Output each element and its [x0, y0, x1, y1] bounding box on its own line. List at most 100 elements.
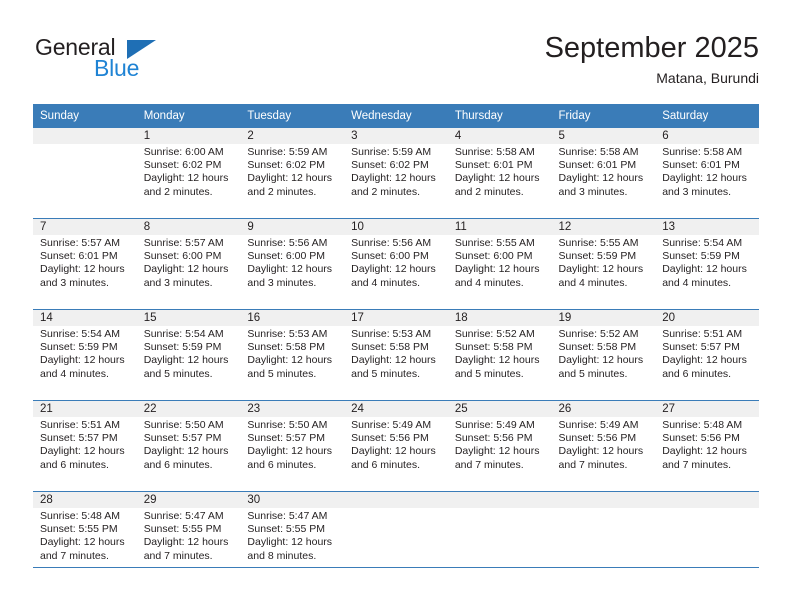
daylight-text-line1: Daylight: 12 hours	[247, 263, 333, 276]
daylight-text-line1: Daylight: 12 hours	[662, 354, 747, 367]
sunrise-text: Sunrise: 5:53 AM	[247, 328, 328, 340]
day-cell[interactable]: 7 Sunrise: 5:57 AM Sunset: 6:01 PM Daylight…	[33, 218, 137, 310]
sunset-text: Sunset: 5:59 PM	[40, 341, 118, 354]
weekday-header-thursday: Thursday	[447, 104, 552, 128]
day-cell[interactable]: 20 Sunrise: 5:51 AM Sunset: 5:57 PM Dayligh…	[655, 309, 759, 401]
day-number	[33, 128, 137, 144]
day-number: 11	[447, 219, 552, 235]
day-cell[interactable]: 14 Sunrise: 5:54 AM Sunset: 5:59 PM Dayligh…	[33, 309, 137, 401]
daylight-text-line2: and 4 minutes.	[351, 276, 420, 289]
day-cell[interactable]	[655, 491, 759, 582]
sunset-text: Sunset: 5:58 PM	[351, 341, 429, 354]
day-cell[interactable]: 23 Sunrise: 5:50 AM Sunset: 5:57 PM Dayligh…	[240, 400, 345, 492]
calendar-page: General Blue September 2025 Matana, Buru…	[0, 0, 792, 612]
day-cell[interactable]: 8 Sunrise: 5:57 AM Sunset: 6:00 PM Daylight…	[136, 218, 241, 310]
day-number: 23	[240, 401, 345, 417]
day-number	[447, 492, 552, 508]
sunrise-text: Sunrise: 5:56 AM	[351, 237, 432, 249]
day-cell[interactable]: 26 Sunrise: 5:49 AM Sunset: 5:56 PM Dayligh…	[551, 400, 656, 492]
logo-text-blue: Blue	[94, 55, 140, 81]
daylight-text-line1: Daylight: 12 hours	[40, 445, 125, 458]
day-number: 28	[33, 492, 137, 508]
day-cell[interactable]: 5 Sunrise: 5:58 AM Sunset: 6:01 PM Daylight…	[551, 128, 656, 219]
day-cell[interactable]: 10 Sunrise: 5:56 AM Sunset: 6:00 PM Dayligh…	[344, 218, 448, 310]
sunset-text: Sunset: 5:56 PM	[662, 432, 740, 445]
day-cell[interactable]: 21 Sunrise: 5:51 AM Sunset: 5:57 PM Dayligh…	[33, 400, 137, 492]
sunset-text: Sunset: 5:58 PM	[454, 341, 533, 354]
day-cell[interactable]: 19 Sunrise: 5:52 AM Sunset: 5:58 PM Dayligh…	[551, 309, 656, 401]
day-cell[interactable]: 9 Sunrise: 5:56 AM Sunset: 6:00 PM Daylight…	[240, 218, 345, 310]
sunset-text: Sunset: 5:57 PM	[40, 432, 118, 445]
sunrise-text: Sunrise: 5:55 AM	[558, 237, 639, 249]
day-cell[interactable]: 22 Sunrise: 5:50 AM Sunset: 5:57 PM Dayligh…	[136, 400, 241, 492]
daylight-text-line1: Daylight: 12 hours	[143, 354, 229, 367]
day-cell[interactable]: 17 Sunrise: 5:53 AM Sunset: 5:58 PM Dayligh…	[344, 309, 448, 401]
daylight-text-line2: and 5 minutes.	[558, 367, 628, 380]
daylight-text-line2: and 5 minutes.	[247, 367, 317, 380]
daylight-text-line1: Daylight: 12 hours	[351, 172, 436, 185]
daylight-text-line2: and 3 minutes.	[247, 276, 317, 289]
daylight-text-line1: Daylight: 12 hours	[247, 536, 333, 549]
daylight-text-line1: Daylight: 12 hours	[247, 354, 333, 367]
day-cell[interactable]: 11 Sunrise: 5:55 AM Sunset: 6:00 PM Dayligh…	[447, 218, 552, 310]
daylight-text-line1: Daylight: 12 hours	[662, 263, 747, 276]
sunrise-text: Sunrise: 5:48 AM	[662, 419, 743, 431]
daylight-text-line1: Daylight: 12 hours	[351, 445, 436, 458]
day-cell[interactable]	[551, 491, 656, 582]
calendar-table: Sunday Monday Tuesday Wednesday Thursday…	[33, 104, 759, 582]
day-cell[interactable]: 4 Sunrise: 5:58 AM Sunset: 6:01 PM Daylight…	[447, 128, 552, 219]
daylight-text-line1: Daylight: 12 hours	[143, 536, 229, 549]
day-number: 10	[344, 219, 448, 235]
daylight-text-line2: and 3 minutes.	[662, 185, 732, 198]
day-cell[interactable]: 15 Sunrise: 5:54 AM Sunset: 5:59 PM Dayligh…	[136, 309, 241, 401]
calendar-body: 1 Sunrise: 6:00 AM Sunset: 6:02 PM Daylight…	[33, 128, 759, 582]
day-cell[interactable]: 16 Sunrise: 5:53 AM Sunset: 5:58 PM Dayligh…	[240, 309, 345, 401]
daylight-text-line1: Daylight: 12 hours	[558, 172, 644, 185]
general-blue-logo[interactable]: General Blue	[33, 34, 233, 94]
day-cell[interactable]: 29 Sunrise: 5:47 AM Sunset: 5:55 PM Dayligh…	[136, 491, 241, 582]
day-cell[interactable]: 27 Sunrise: 5:48 AM Sunset: 5:56 PM Dayligh…	[655, 400, 759, 492]
sunset-text: Sunset: 5:58 PM	[558, 341, 637, 354]
day-cell[interactable]: 24 Sunrise: 5:49 AM Sunset: 5:56 PM Dayligh…	[344, 400, 448, 492]
day-cell[interactable]: 30 Sunrise: 5:47 AM Sunset: 5:55 PM Dayligh…	[240, 491, 345, 582]
sunrise-text: Sunrise: 5:59 AM	[351, 146, 432, 158]
sunrise-text: Sunrise: 5:56 AM	[247, 237, 328, 249]
day-cell[interactable]	[344, 491, 448, 582]
daylight-text-line1: Daylight: 12 hours	[662, 172, 747, 185]
day-cell[interactable]	[447, 491, 552, 582]
day-cell[interactable]: 25 Sunrise: 5:49 AM Sunset: 5:56 PM Dayligh…	[447, 400, 552, 492]
day-cell[interactable]	[33, 128, 137, 219]
day-number: 9	[240, 219, 345, 235]
week-row: 28 Sunrise: 5:48 AM Sunset: 5:55 PM Dayligh…	[33, 491, 759, 582]
day-number: 18	[447, 310, 552, 326]
day-cell[interactable]: 13 Sunrise: 5:54 AM Sunset: 5:59 PM Dayligh…	[655, 218, 759, 310]
day-cell[interactable]: 28 Sunrise: 5:48 AM Sunset: 5:55 PM Dayligh…	[33, 491, 137, 582]
sunrise-text: Sunrise: 5:55 AM	[454, 237, 535, 249]
day-cell[interactable]: 1 Sunrise: 6:00 AM Sunset: 6:02 PM Daylight…	[136, 128, 241, 219]
day-cell[interactable]: 18 Sunrise: 5:52 AM Sunset: 5:58 PM Dayligh…	[447, 309, 552, 401]
sunset-text: Sunset: 5:56 PM	[558, 432, 637, 445]
daylight-text-line1: Daylight: 12 hours	[558, 354, 644, 367]
daylight-text-line2: and 2 minutes.	[143, 185, 213, 198]
sunset-text: Sunset: 6:02 PM	[351, 159, 429, 172]
week-row: 21 Sunrise: 5:51 AM Sunset: 5:57 PM Dayligh…	[33, 400, 759, 492]
week-row: 7 Sunrise: 5:57 AM Sunset: 6:01 PM Daylight…	[33, 218, 759, 310]
daylight-text-line1: Daylight: 12 hours	[351, 263, 436, 276]
day-number	[655, 492, 759, 508]
sunrise-text: Sunrise: 5:54 AM	[143, 328, 224, 340]
weekday-header-sunday: Sunday	[33, 104, 137, 128]
weekday-header-monday: Monday	[136, 104, 241, 128]
daylight-text-line2: and 6 minutes.	[143, 458, 213, 471]
day-number: 17	[344, 310, 448, 326]
day-cell[interactable]: 3 Sunrise: 5:59 AM Sunset: 6:02 PM Daylight…	[344, 128, 448, 219]
page-title: September 2025	[544, 32, 759, 64]
sunset-text: Sunset: 5:57 PM	[143, 432, 222, 445]
day-cell[interactable]: 6 Sunrise: 5:58 AM Sunset: 6:01 PM Daylight…	[655, 128, 759, 219]
daylight-text-line2: and 3 minutes.	[40, 276, 109, 289]
day-cell[interactable]: 2 Sunrise: 5:59 AM Sunset: 6:02 PM Daylight…	[240, 128, 345, 219]
daylight-text-line2: and 4 minutes.	[40, 367, 109, 380]
daylight-text-line2: and 7 minutes.	[143, 549, 213, 562]
day-number	[551, 492, 656, 508]
calendar-header-row: Sunday Monday Tuesday Wednesday Thursday…	[33, 104, 759, 128]
day-cell[interactable]: 12 Sunrise: 5:55 AM Sunset: 5:59 PM Dayligh…	[551, 218, 656, 310]
